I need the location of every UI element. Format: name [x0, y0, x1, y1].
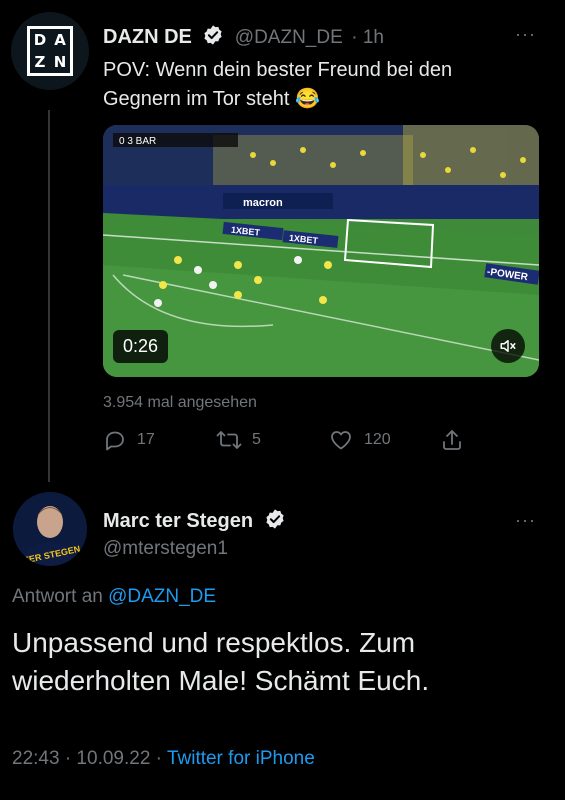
reply-action[interactable]: 17 [103, 428, 155, 452]
ad-macron: macron [243, 197, 283, 209]
tweet1-header: DAZN DE @DAZN_DE · 1h [103, 24, 384, 49]
heart-icon [331, 431, 351, 450]
video-frame: macron 1XBET 1XBET -POWER 0 3 BAR [103, 125, 539, 377]
reply-label: Antwort an [12, 586, 103, 607]
tweet-timestamp[interactable]: 22:43 · 10.09.22 · [12, 748, 162, 769]
scoreboard: 0 3 BAR [119, 136, 156, 147]
author-handle[interactable]: @mterstegen1 [103, 538, 228, 560]
tweet-source-link[interactable]: Twitter for iPhone [167, 748, 315, 769]
tweet-meta: 22:43 · 10.09.22 · Twitter for iPhone [12, 748, 315, 770]
like-action[interactable]: 120 [328, 428, 391, 452]
profile-photo: TER STEGEN [13, 492, 87, 566]
verified-badge-icon [204, 25, 222, 45]
author-name[interactable]: Marc ter Stegen [103, 510, 253, 532]
retweet-count: 5 [252, 431, 261, 448]
thread-line [48, 110, 50, 482]
more-options-icon[interactable]: ··· [515, 24, 536, 45]
reply-handle-link[interactable]: @DAZN_DE [108, 586, 216, 607]
like-count: 120 [364, 431, 391, 448]
view-count: 3.954 mal angesehen [103, 394, 257, 411]
video-duration: 0:26 [113, 330, 169, 363]
video-player[interactable]: macron 1XBET 1XBET -POWER 0 3 BAR 0:26 [103, 125, 539, 377]
author-name[interactable]: DAZN DE [103, 26, 192, 48]
reply-count: 17 [137, 431, 155, 448]
mute-button[interactable] [491, 329, 525, 363]
speaker-muted-icon [500, 340, 516, 352]
share-action[interactable] [440, 428, 464, 452]
verified-badge-icon [265, 509, 284, 529]
share-icon [443, 430, 461, 450]
dazn-logo: D A Z N [27, 26, 73, 76]
tweet2-header: Marc ter Stegen [103, 508, 286, 533]
mterstegen-avatar[interactable]: TER STEGEN [13, 492, 87, 566]
retweet-icon [216, 431, 242, 449]
reply-context: Antwort an @DAZN_DE [12, 586, 216, 608]
retweet-action[interactable]: 5 [216, 428, 261, 452]
tweet-time[interactable]: · 1h [351, 27, 384, 48]
dazn-avatar[interactable]: D A Z N [11, 12, 89, 90]
more-options-icon[interactable]: ··· [515, 510, 536, 531]
tweet2-text: Unpassend und respektlos. Zum wiederholt… [12, 627, 430, 696]
reply-icon [106, 431, 124, 451]
author-handle[interactable]: @DAZN_DE [235, 27, 343, 48]
tweet1-text: POV: Wenn dein bester Freund bei den Geg… [103, 59, 453, 110]
